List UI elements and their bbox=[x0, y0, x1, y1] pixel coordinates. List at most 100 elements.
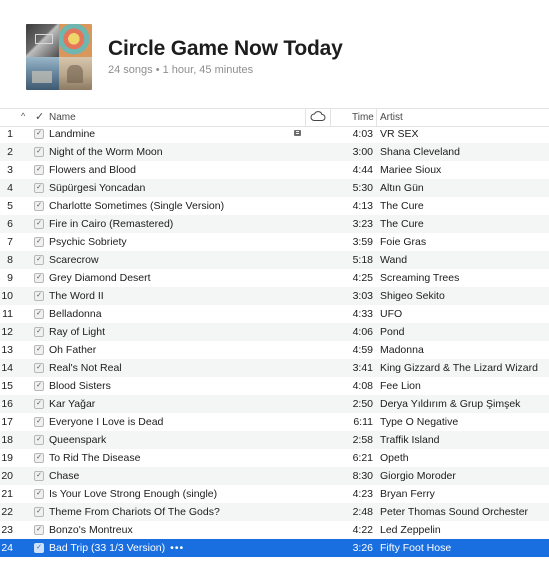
more-options-button[interactable]: ••• bbox=[170, 542, 184, 554]
track-number: 19 bbox=[1, 452, 13, 464]
track-artist[interactable]: Pond bbox=[380, 326, 405, 338]
track-artist[interactable]: Fee Lion bbox=[380, 380, 421, 392]
track-artist[interactable]: Screaming Trees bbox=[380, 272, 459, 284]
track-time: 6:21 bbox=[352, 452, 373, 464]
track-row[interactable]: 18 ✓ Queenspark 2:58 Traffik Island bbox=[0, 431, 549, 449]
track-artist[interactable]: Mariee Sioux bbox=[380, 164, 441, 176]
track-checkbox[interactable]: ✓ bbox=[34, 489, 44, 499]
track-name-cell: Theme From Chariots Of The Gods? bbox=[49, 506, 220, 518]
track-number: 14 bbox=[1, 362, 13, 374]
track-time: 3:59 bbox=[352, 236, 373, 248]
track-checkbox[interactable]: ✓ bbox=[34, 165, 44, 175]
track-name-cell: Ray of Light bbox=[49, 326, 105, 338]
track-row[interactable]: 13 ✓ Oh Father 4:59 Madonna bbox=[0, 341, 549, 359]
track-artist[interactable]: Peter Thomas Sound Orchester bbox=[380, 506, 528, 518]
track-checkbox[interactable]: ✓ bbox=[34, 471, 44, 481]
track-checkbox[interactable]: ✓ bbox=[34, 453, 44, 463]
column-divider[interactable] bbox=[305, 109, 306, 126]
track-row[interactable]: 12 ✓ Ray of Light 4:06 Pond bbox=[0, 323, 549, 341]
track-artist[interactable]: The Cure bbox=[380, 218, 424, 230]
track-row[interactable]: 14 ✓ Real's Not Real 3:41 King Gizzard & The… bbox=[0, 359, 549, 377]
track-row[interactable]: 11 ✓ Belladonna 4:33 UFO bbox=[0, 305, 549, 323]
track-artist[interactable]: Led Zeppelin bbox=[380, 524, 441, 536]
track-row[interactable]: 20 ✓ Chase 8:30 Giorgio Moroder bbox=[0, 467, 549, 485]
track-number: 10 bbox=[1, 290, 13, 302]
track-row[interactable]: 8 ✓ Scarecrow 5:18 Wand bbox=[0, 251, 549, 269]
track-artist[interactable]: Bryan Ferry bbox=[380, 488, 435, 500]
track-row[interactable]: 10 ✓ The Word II 3:03 Shigeo Sekito bbox=[0, 287, 549, 305]
track-checkbox[interactable]: ✓ bbox=[34, 219, 44, 229]
track-row[interactable]: 9 ✓ Grey Diamond Desert 4:25 Screaming Trees bbox=[0, 269, 549, 287]
track-artist[interactable]: Foie Gras bbox=[380, 236, 426, 248]
track-row[interactable]: 22 ✓ Theme From Chariots Of The Gods? 2:48 P… bbox=[0, 503, 549, 521]
track-number: 4 bbox=[7, 182, 13, 194]
track-row[interactable]: 3 ✓ Flowers and Blood 4:44 Mariee Sioux bbox=[0, 161, 549, 179]
track-artist[interactable]: Shana Cleveland bbox=[380, 146, 460, 158]
track-checkbox[interactable]: ✓ bbox=[34, 327, 44, 337]
track-checkbox[interactable]: ✓ bbox=[34, 399, 44, 409]
track-name: Landmine bbox=[49, 128, 96, 140]
track-row[interactable]: 16 ✓ Kar Yağar 2:50 Derya Yıldırım & Grup Şi… bbox=[0, 395, 549, 413]
track-artist[interactable]: Madonna bbox=[380, 344, 424, 356]
column-divider[interactable] bbox=[376, 109, 377, 126]
column-name-header[interactable]: Name bbox=[49, 112, 76, 123]
track-row[interactable]: 17 ✓ Everyone I Love is Dead 6:11 Type O Neg… bbox=[0, 413, 549, 431]
track-checkbox[interactable]: ✓ bbox=[34, 147, 44, 157]
track-checkbox[interactable]: ✓ bbox=[34, 363, 44, 373]
column-artist-header[interactable]: Artist bbox=[380, 112, 403, 123]
track-row[interactable]: 24 ✓ Bad Trip (33 1/3 Version) ••• 3:26 Fifty… bbox=[0, 539, 549, 557]
track-checkbox[interactable]: ✓ bbox=[34, 255, 44, 265]
column-divider[interactable] bbox=[330, 109, 331, 126]
track-row[interactable]: 4 ✓ Süpürgesi Yoncadan 5:30 Altın Gün bbox=[0, 179, 549, 197]
track-artist[interactable]: King Gizzard & The Lizard Wizard bbox=[380, 362, 538, 374]
track-checkbox[interactable]: ✓ bbox=[34, 345, 44, 355]
track-row[interactable]: 7 ✓ Psychic Sobriety 3:59 Foie Gras bbox=[0, 233, 549, 251]
track-artist[interactable]: The Cure bbox=[380, 200, 424, 212]
track-row[interactable]: 15 ✓ Blood Sisters 4:08 Fee Lion bbox=[0, 377, 549, 395]
track-artist[interactable]: Type O Negative bbox=[380, 416, 458, 428]
track-row[interactable]: 21 ✓ Is Your Love Strong Enough (single) 4:… bbox=[0, 485, 549, 503]
track-row[interactable]: 5 ✓ Charlotte Sometimes (Single Version) 4:… bbox=[0, 197, 549, 215]
track-number: 13 bbox=[1, 344, 13, 356]
track-row[interactable]: 2 ✓ Night of the Worm Moon 3:00 Shana Clevel… bbox=[0, 143, 549, 161]
track-checkbox[interactable]: ✓ bbox=[34, 543, 44, 553]
track-artist[interactable]: Altın Gün bbox=[380, 182, 424, 194]
track-number: 3 bbox=[7, 164, 13, 176]
column-time-header[interactable]: Time bbox=[352, 112, 374, 123]
track-time: 2:48 bbox=[352, 506, 373, 518]
track-checkbox[interactable]: ✓ bbox=[34, 273, 44, 283]
track-artist[interactable]: Traffik Island bbox=[380, 434, 440, 446]
track-row[interactable]: 19 ✓ To Rid The Disease 6:21 Opeth bbox=[0, 449, 549, 467]
track-row[interactable]: 1 ✓ Landmine 4:03 VR SEX bbox=[0, 125, 549, 143]
track-number: 20 bbox=[1, 470, 13, 482]
track-artist[interactable]: Derya Yıldırım & Grup Şimşek bbox=[380, 398, 520, 410]
track-checkbox[interactable]: ✓ bbox=[34, 435, 44, 445]
track-checkbox[interactable]: ✓ bbox=[34, 507, 44, 517]
column-checkbox-header[interactable]: ✓ bbox=[35, 110, 44, 123]
track-name-cell: Blood Sisters bbox=[49, 380, 111, 392]
track-artist[interactable]: Opeth bbox=[380, 452, 409, 464]
track-artist[interactable]: VR SEX bbox=[380, 128, 419, 140]
track-name-cell: Chase bbox=[49, 470, 79, 482]
track-checkbox[interactable]: ✓ bbox=[34, 525, 44, 535]
track-checkbox[interactable]: ✓ bbox=[34, 183, 44, 193]
track-checkbox[interactable]: ✓ bbox=[34, 237, 44, 247]
track-artist[interactable]: Giorgio Moroder bbox=[380, 470, 456, 482]
playlist-title[interactable]: Circle Game Now Today bbox=[108, 37, 343, 61]
track-artist[interactable]: Fifty Foot Hose bbox=[380, 542, 451, 554]
playlist-artwork[interactable] bbox=[26, 24, 92, 90]
track-checkbox[interactable]: ✓ bbox=[34, 381, 44, 391]
track-checkbox[interactable]: ✓ bbox=[34, 417, 44, 427]
track-checkbox[interactable]: ✓ bbox=[34, 201, 44, 211]
track-row[interactable]: 23 ✓ Bonzo's Montreux 4:22 Led Zeppelin bbox=[0, 521, 549, 539]
cloud-icon[interactable] bbox=[310, 110, 326, 122]
track-row[interactable]: 6 ✓ Fire in Cairo (Remastered) 3:23 The Cure bbox=[0, 215, 549, 233]
track-artist[interactable]: Shigeo Sekito bbox=[380, 290, 445, 302]
track-time: 2:50 bbox=[352, 398, 373, 410]
track-checkbox[interactable]: ✓ bbox=[34, 291, 44, 301]
track-artist[interactable]: UFO bbox=[380, 308, 402, 320]
track-artist[interactable]: Wand bbox=[380, 254, 407, 266]
track-checkbox[interactable]: ✓ bbox=[34, 129, 44, 139]
sort-ascending-icon[interactable]: ^ bbox=[21, 111, 25, 121]
track-checkbox[interactable]: ✓ bbox=[34, 309, 44, 319]
